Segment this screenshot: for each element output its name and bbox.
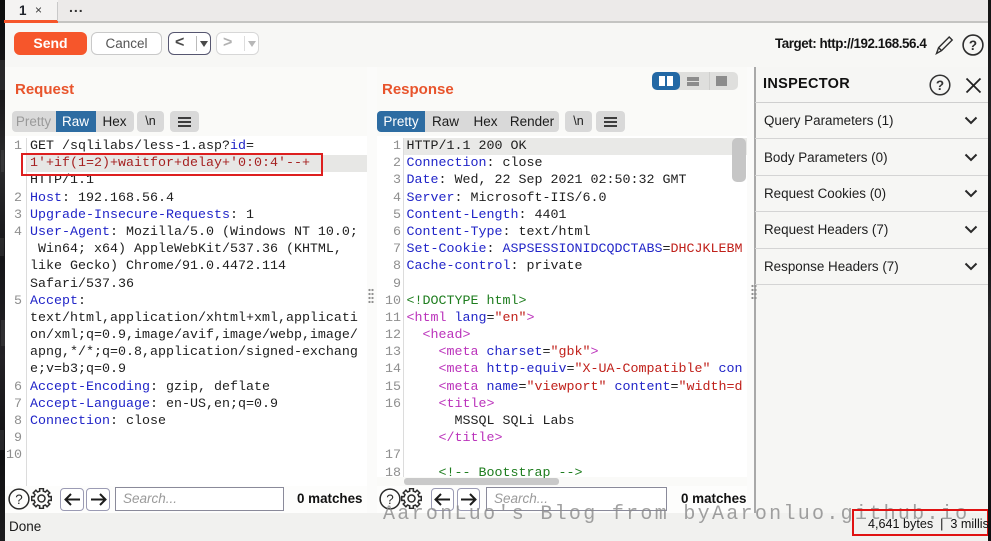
svg-text:?: ? — [15, 492, 23, 507]
svg-text:?: ? — [936, 78, 944, 93]
svg-text:?: ? — [969, 37, 977, 52]
